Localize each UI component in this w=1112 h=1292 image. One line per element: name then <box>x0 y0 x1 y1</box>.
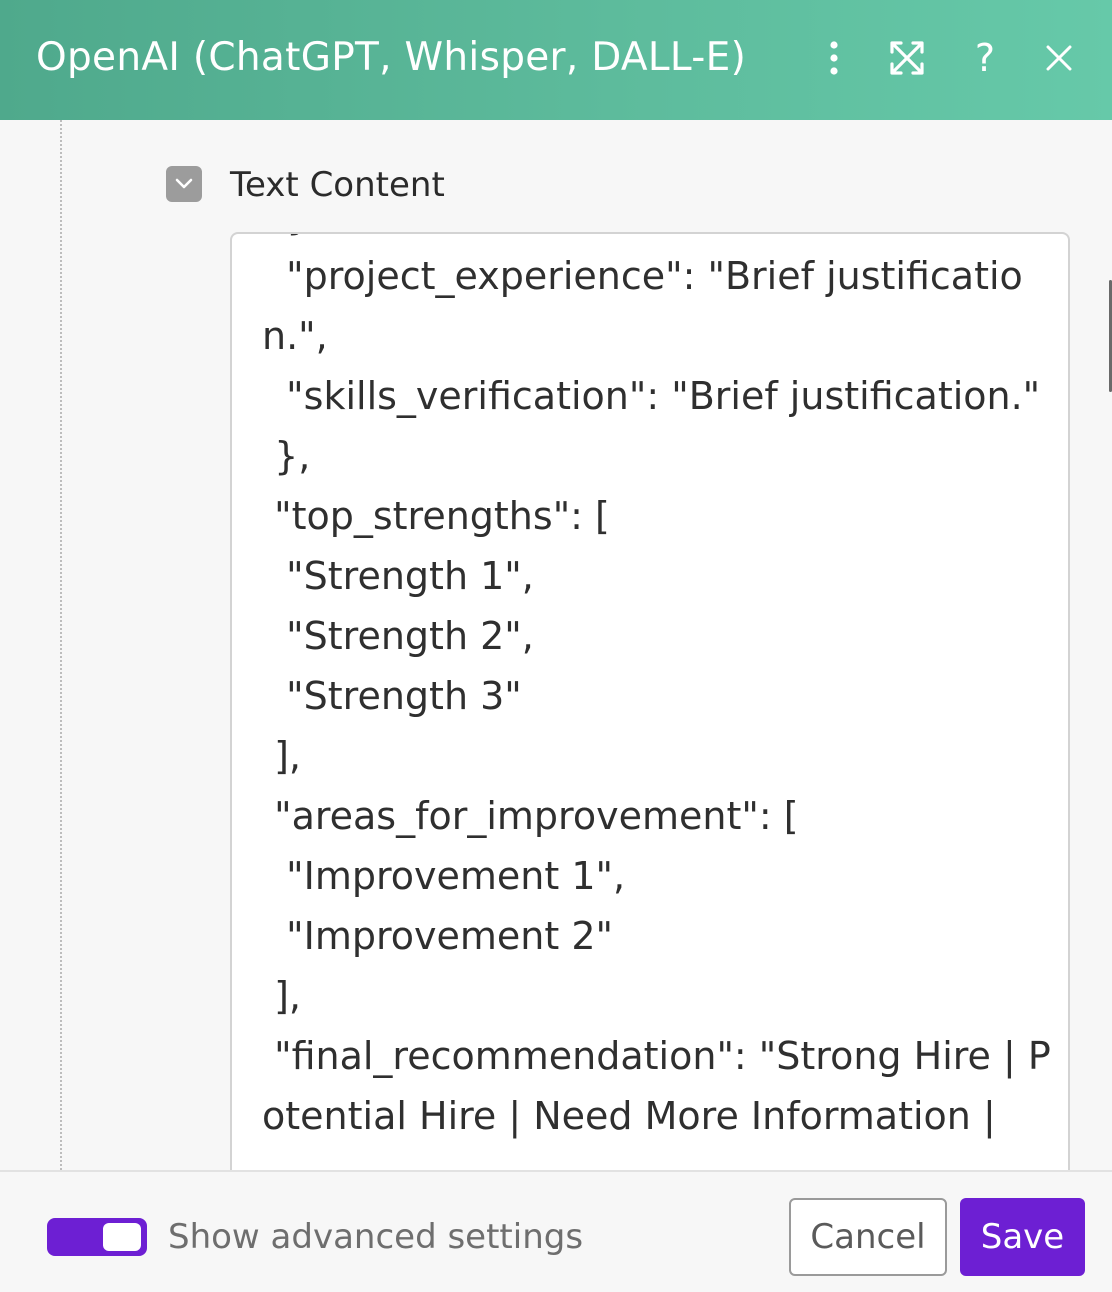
help-button[interactable]: ? <box>961 34 1009 82</box>
close-button[interactable] <box>1035 34 1083 82</box>
text-content-label: Text Content <box>230 165 445 205</box>
text-content-textarea[interactable]: }, "project_experience": "Brief justific… <box>230 232 1070 1170</box>
collapse-toggle-button[interactable] <box>166 166 202 202</box>
dialog-body: Text Content }, "project_experience": "B… <box>0 120 1112 1170</box>
more-vertical-icon <box>829 41 839 75</box>
help-icon: ? <box>974 36 996 80</box>
text-content-value[interactable]: }, "project_experience": "Brief justific… <box>262 234 1052 1146</box>
advanced-settings-label[interactable]: Show advanced settings <box>168 1216 583 1258</box>
dialog-header: OpenAI (ChatGPT, Whisper, DALL-E) ? <box>0 0 1112 120</box>
advanced-settings-toggle[interactable] <box>47 1218 147 1256</box>
more-options-button[interactable] <box>810 34 858 82</box>
dialog-footer: Show advanced settings Cancel Save <box>0 1170 1112 1292</box>
chevron-down-icon <box>175 175 193 194</box>
close-icon <box>1046 45 1072 71</box>
module-settings-dialog: OpenAI (ChatGPT, Whisper, DALL-E) ? Text… <box>0 0 1112 1292</box>
save-button[interactable]: Save <box>960 1198 1085 1276</box>
expand-icon <box>890 41 924 75</box>
cancel-button[interactable]: Cancel <box>789 1198 947 1276</box>
dialog-title: OpenAI (ChatGPT, Whisper, DALL-E) <box>36 35 747 80</box>
expand-button[interactable] <box>883 34 931 82</box>
toggle-knob <box>103 1223 141 1251</box>
tree-guide-line <box>60 120 62 1170</box>
